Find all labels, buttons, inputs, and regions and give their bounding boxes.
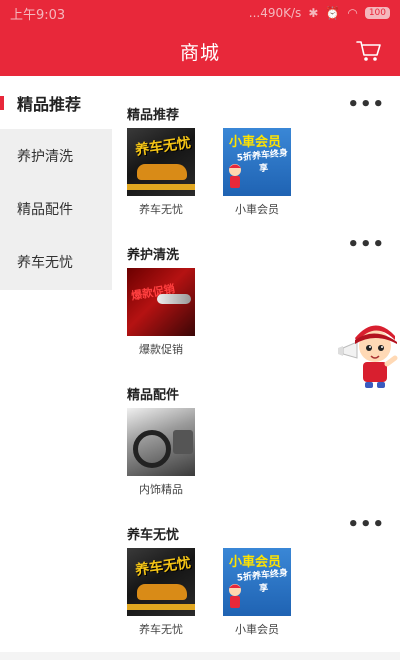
status-time: 上午9:03 <box>10 7 66 23</box>
sidebar-item-jingpin-peijian[interactable]: 精品配件 <box>0 182 112 235</box>
headlamp-graphic <box>157 294 191 304</box>
sidebar-item-label: 养车无忧 <box>17 254 73 271</box>
product-caption: 养车无忧 <box>139 623 183 636</box>
car-graphic <box>137 584 187 600</box>
more-dots-icon[interactable]: ••• <box>347 514 385 535</box>
more-dots-icon[interactable]: ••• <box>347 234 385 255</box>
cart-icon[interactable] <box>356 39 382 63</box>
product-caption: 养车无忧 <box>139 203 183 216</box>
status-bar: 上午9:03 ...490K/s ✱ ⏰ ◠ 100 <box>0 0 400 26</box>
mascot-icon[interactable] <box>337 318 400 390</box>
dashboard-graphic <box>173 430 193 454</box>
sidebar-item-yanghu-qingxi[interactable]: 养护清洗 <box>0 129 112 182</box>
image-art-text: 养车无忧 <box>134 555 192 579</box>
product-tile-yangche-wuyou[interactable]: 养车无忧 养车无忧 <box>127 128 195 217</box>
product-caption: 小車会员 <box>235 203 279 216</box>
product-image: 养车无忧 <box>127 128 195 196</box>
item-row: 内饰精品 <box>127 408 387 497</box>
product-image: 小車会员 5折养车终身享 <box>223 128 291 196</box>
sidebar-item-yangche-wuyou[interactable]: 养车无忧 <box>0 235 112 288</box>
bottom-edge <box>0 652 400 660</box>
product-image: 小車会员 5折养车终身享 <box>223 548 291 616</box>
status-right: ...490K/s ✱ ⏰ ◠ 100 <box>249 6 390 20</box>
product-tile-yangche-wuyou[interactable]: 养车无忧 养车无忧 <box>127 548 195 637</box>
battery-icon: 100 <box>364 7 390 19</box>
sidebar-item-jingpin-tuijian[interactable]: 精品推荐 <box>0 76 112 129</box>
steering-wheel-graphic <box>133 430 171 468</box>
alarm-icon: ⏰ <box>325 6 341 20</box>
product-tile-promo[interactable]: 爆款促销 爆款促销 <box>127 268 195 357</box>
product-caption: 小車会员 <box>235 623 279 636</box>
car-graphic <box>137 164 187 180</box>
stripe-graphic <box>127 184 195 190</box>
product-tile-member[interactable]: 小車会员 5折养车终身享 小車会员 <box>223 548 291 637</box>
mascot-mini-icon <box>229 164 241 188</box>
stripe-graphic <box>127 604 195 610</box>
mascot-mini-icon <box>229 584 241 608</box>
section-jingpin-peijian: 精品配件 内饰精品 <box>127 384 387 497</box>
section-jingpin-tuijian: 精品推荐 ••• 养车无忧 养车无忧 小車会员 5折养车终身享 小車会员 <box>127 94 387 217</box>
image-art-text: 养车无忧 <box>134 135 192 159</box>
sidebar-item-label: 养护清洗 <box>17 148 73 165</box>
bluetooth-icon: ✱ <box>308 6 319 20</box>
sidebar-item-label: 精品配件 <box>17 201 73 218</box>
page-title: 商城 <box>179 41 220 64</box>
product-image <box>127 408 195 476</box>
product-image: 养车无忧 <box>127 548 195 616</box>
product-caption: 爆款促销 <box>139 343 183 356</box>
item-row: 养车无忧 养车无忧 小車会员 5折养车终身享 小車会员 <box>127 548 387 637</box>
sidebar-item-label: 精品推荐 <box>17 94 82 114</box>
network-speed: ...490K/s <box>248 6 302 20</box>
product-tile-interior[interactable]: 内饰精品 <box>127 408 195 497</box>
app-header: 商城 <box>0 26 400 76</box>
category-sidebar: 精品推荐 养护清洗 精品配件 养车无忧 <box>0 76 112 290</box>
section-yangche-wuyou: 养车无忧 ••• 养车无忧 养车无忧 小車会员 5折养车终身享 小車会员 <box>127 514 387 637</box>
wifi-icon: ◠ <box>347 6 358 20</box>
product-tile-member[interactable]: 小車会员 5折养车终身享 小車会员 <box>223 128 291 217</box>
more-dots-icon[interactable]: ••• <box>347 94 385 115</box>
item-row: 养车无忧 养车无忧 小車会员 5折养车终身享 小車会员 <box>127 128 387 217</box>
product-image: 爆款促销 <box>127 268 195 336</box>
product-caption: 内饰精品 <box>139 483 183 496</box>
